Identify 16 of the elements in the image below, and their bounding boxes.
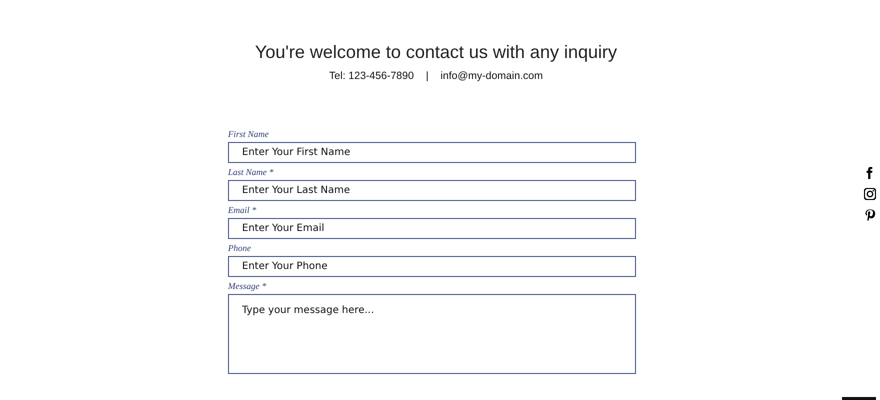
field-label: Last Name * xyxy=(228,166,274,178)
separator: | xyxy=(424,70,430,82)
field-label: Email * xyxy=(228,204,256,216)
instagram-icon[interactable] xyxy=(864,188,876,200)
page-title: You're welcome to contact us with any inquiry xyxy=(255,41,617,64)
field-label: First Name xyxy=(228,128,269,140)
phone-number: Tel: 123-456-7890 xyxy=(329,70,414,82)
pinterest-icon[interactable] xyxy=(864,209,876,221)
field-label: Message * xyxy=(228,280,266,292)
input-field[interactable]: Enter Your Email xyxy=(228,218,636,239)
input-field[interactable]: Enter Your Last Name xyxy=(228,180,636,201)
input-field[interactable]: Enter Your Phone xyxy=(228,256,636,277)
field-label: Phone xyxy=(228,242,251,254)
message-field[interactable]: Type your message here... xyxy=(228,294,636,374)
input-field[interactable]: Enter Your First Name xyxy=(228,142,636,163)
email-link[interactable]: info@my-domain.com xyxy=(440,70,543,82)
